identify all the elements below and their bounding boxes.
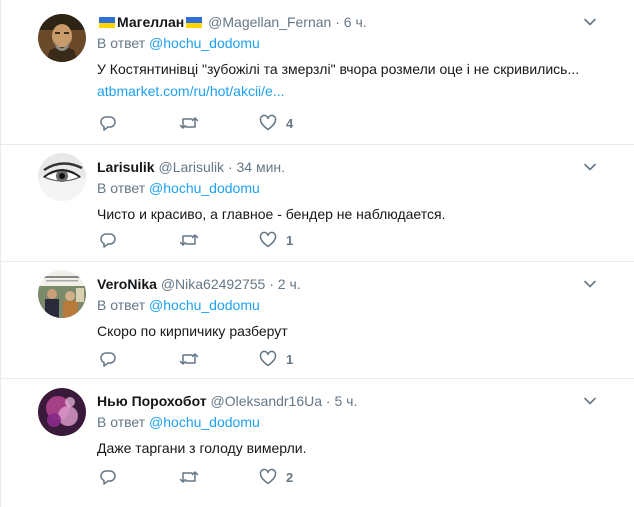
like-button[interactable]: 4: [259, 114, 293, 132]
retweet-icon: [179, 471, 199, 483]
tweet-text: У Костянтинівці "зубожілі та змерзлі" вч…: [97, 61, 580, 77]
display-name[interactable]: Нью Порохобот: [97, 393, 207, 409]
timestamp[interactable]: 2 ч.: [278, 276, 301, 292]
like-count: 1: [286, 351, 294, 367]
tweet-header: Larisulik @Larisulik · 34 мин.: [97, 158, 285, 176]
reply-to-link[interactable]: @hochu_dodomu: [149, 35, 260, 51]
like-button[interactable]: 1: [259, 231, 293, 249]
reply-icon: [100, 470, 116, 485]
like-button[interactable]: 1: [259, 350, 293, 368]
user-handle[interactable]: @Oleksandr16Ua: [211, 393, 323, 409]
avatar-image-veronika: [38, 270, 86, 318]
ukraine-flag-icon: [186, 17, 203, 28]
tweet-actions: 1: [99, 231, 293, 249]
reply-to-link[interactable]: @hochu_dodomu: [149, 414, 260, 430]
reply-icon: [100, 233, 116, 248]
reply-button[interactable]: [99, 114, 179, 132]
reply-prefix: В ответ: [97, 414, 146, 430]
reply-icon: [100, 116, 116, 131]
tweet-actions: 2: [99, 468, 293, 486]
retweet-icon: [179, 117, 199, 129]
like-count: 1: [286, 232, 294, 248]
like-count: 4: [286, 115, 294, 131]
like-icon: [259, 468, 277, 485]
reply-context: В ответ @hochu_dodomu: [97, 34, 260, 52]
separator-dot: ·: [335, 14, 340, 30]
reply-context: В ответ @hochu_dodomu: [97, 413, 260, 431]
tweet-text: Чисто и красиво, а главное - бендер не н…: [97, 206, 446, 222]
reply-button[interactable]: [99, 231, 179, 249]
avatar-image-magellan: [38, 14, 86, 62]
tweet[interactable]: Магеллан @Magellan_Fernan · 6 ч. В ответ…: [1, 0, 634, 145]
reply-icon: [100, 352, 116, 367]
tweet-header: VeroNika @Nika62492755 · 2 ч.: [97, 275, 301, 293]
like-icon: [259, 350, 277, 367]
timestamp[interactable]: 5 ч.: [334, 393, 357, 409]
display-name[interactable]: Larisulik: [97, 159, 155, 175]
tweet-actions: 4: [99, 114, 293, 132]
timestamp[interactable]: 6 ч.: [344, 14, 367, 30]
separator-dot: ·: [269, 276, 274, 292]
reply-prefix: В ответ: [97, 180, 146, 196]
tweet[interactable]: VeroNika @Nika62492755 · 2 ч. В ответ @h…: [1, 262, 634, 379]
chevron-down-icon[interactable]: [583, 15, 597, 29]
separator-dot: ·: [325, 393, 331, 409]
tweet-text: Даже таргани з голоду вимерли.: [97, 440, 307, 456]
tweet-link[interactable]: atbmarket.com/ru/hot/akcii/e...: [97, 81, 285, 101]
avatar-image-porokhobot: [38, 388, 86, 436]
reply-to-link[interactable]: @hochu_dodomu: [149, 180, 260, 196]
reply-button[interactable]: [99, 350, 179, 368]
retweet-button[interactable]: [179, 114, 259, 132]
tweet-header: Магеллан @Magellan_Fernan · 6 ч.: [97, 13, 367, 31]
user-handle[interactable]: @Larisulik: [158, 159, 224, 175]
tweet[interactable]: Нью Порохобот @Oleksandr16Ua · 5 ч. В от…: [1, 379, 634, 507]
reply-button[interactable]: [99, 468, 179, 486]
retweet-icon: [179, 234, 199, 246]
avatar-image-larisulik: [38, 153, 86, 201]
tweet-text: Скоро по кирпичику разберут: [97, 323, 288, 339]
reply-prefix: В ответ: [97, 297, 146, 313]
timestamp[interactable]: 34 мин.: [237, 159, 286, 175]
avatar[interactable]: [38, 14, 86, 62]
retweet-icon: [179, 353, 199, 365]
tweet[interactable]: Larisulik @Larisulik · 34 мин. В ответ @…: [1, 145, 634, 262]
like-icon: [259, 231, 277, 248]
avatar[interactable]: [38, 388, 86, 436]
chevron-down-icon[interactable]: [583, 394, 597, 408]
separator-dot: ·: [227, 159, 233, 175]
chevron-down-icon[interactable]: [583, 160, 597, 174]
user-handle[interactable]: @Magellan_Fernan: [208, 14, 331, 30]
display-name[interactable]: VeroNika: [97, 276, 157, 292]
like-button[interactable]: 2: [259, 468, 293, 486]
tweet-actions: 1: [99, 350, 293, 368]
retweet-button[interactable]: [179, 231, 259, 249]
like-icon: [259, 114, 277, 131]
avatar[interactable]: [38, 153, 86, 201]
reply-context: В ответ @hochu_dodomu: [97, 296, 260, 314]
reply-to-link[interactable]: @hochu_dodomu: [149, 297, 260, 313]
ukraine-flag-icon: [99, 17, 115, 28]
avatar[interactable]: [38, 270, 86, 318]
chevron-down-icon[interactable]: [583, 277, 597, 291]
user-handle[interactable]: @Nika62492755: [161, 276, 266, 292]
display-name[interactable]: Магеллан: [117, 14, 184, 30]
retweet-button[interactable]: [179, 468, 259, 486]
reply-prefix: В ответ: [97, 35, 146, 51]
retweet-button[interactable]: [179, 350, 259, 368]
reply-context: В ответ @hochu_dodomu: [97, 179, 260, 197]
reply-feed: Магеллан @Magellan_Fernan · 6 ч. В ответ…: [0, 0, 634, 507]
tweet-header: Нью Порохобот @Oleksandr16Ua · 5 ч.: [97, 392, 357, 410]
like-count: 2: [286, 469, 294, 485]
